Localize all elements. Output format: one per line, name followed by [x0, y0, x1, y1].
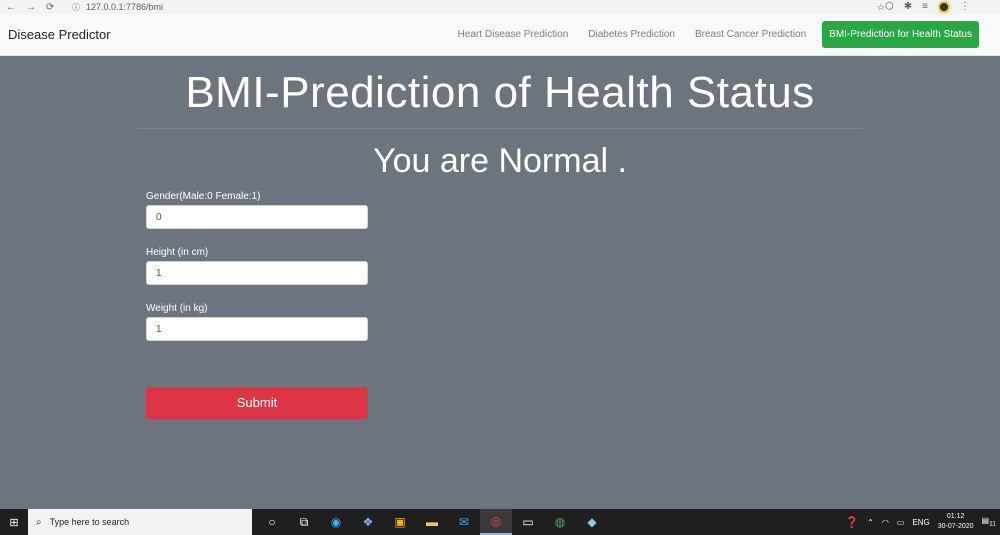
search-placeholder: Type here to search [49, 517, 130, 527]
store-icon[interactable]: ▣ [384, 509, 416, 535]
search-icon: ⌕ [36, 516, 42, 528]
taskbar-apps: ○ ⧉ ◉ ❖ ▣ ▬ ✉ ◎ ▭ ◍ ◆ [256, 509, 608, 535]
taskbar-search[interactable]: ⌕ Type here to search [28, 509, 252, 535]
address-bar[interactable]: ⓘ 127.0.0.1:7786/bmi ☆ [70, 1, 885, 13]
dropbox-icon[interactable]: ❖ [352, 509, 384, 535]
help-icon[interactable]: ❓ [845, 516, 859, 529]
nav-link-heart-disease[interactable]: Heart Disease Prediction [448, 29, 579, 40]
file-explorer-icon[interactable]: ▬ [416, 509, 448, 535]
profile-avatar[interactable] [937, 1, 950, 13]
language-indicator[interactable]: ENG [912, 518, 929, 527]
url-text: 127.0.0.1:7786/bmi [86, 2, 164, 12]
clock-time: 01:12 [946, 513, 965, 520]
puzzle-icon[interactable]: ✱ [904, 1, 912, 13]
extensions: ⬡ ✱ ≡ ⋮ [885, 1, 970, 13]
forward-icon[interactable]: → [26, 2, 36, 13]
height-label: Height (in cm) [146, 247, 209, 258]
clock-date: 30-07-2020 [937, 523, 974, 530]
weight-input[interactable]: 1 [146, 317, 368, 341]
system-tray: ❓ ⌃ ◠ ▭ ENG 01:12 30-07-2020 ▤11 [845, 512, 1000, 532]
task-view-icon[interactable]: ⧉ [288, 509, 320, 535]
terminal-icon[interactable]: ▭ [512, 509, 544, 535]
clock[interactable]: 01:12 30-07-2020 [938, 512, 974, 532]
back-icon[interactable]: ← [6, 2, 16, 13]
media-icon[interactable]: ≡ [922, 1, 928, 13]
nav-links: Heart Disease Prediction Diabetes Predic… [448, 21, 979, 48]
browser-nav: ← → ⟳ [0, 2, 70, 13]
cortana-icon[interactable]: ○ [256, 509, 288, 535]
nav-link-bmi[interactable]: BMI-Prediction for Health Status [822, 21, 979, 48]
chevron-up-icon[interactable]: ⌃ [867, 518, 874, 527]
reload-icon[interactable]: ⟳ [46, 2, 54, 13]
wifi-icon[interactable]: ◠ [882, 518, 889, 527]
submit-button[interactable]: Submit [146, 387, 368, 419]
bmi-form: Gender(Male:0 Female:1) 0 Height (in cm)… [146, 191, 368, 359]
prediction-result: You are Normal . [373, 142, 627, 180]
mail-icon[interactable]: ✉ [448, 509, 480, 535]
page-title: BMI-Prediction of Health Status [185, 68, 815, 117]
app-green-icon[interactable]: ◍ [544, 509, 576, 535]
divider [137, 128, 862, 129]
navbar: Disease Predictor Heart Disease Predicti… [0, 14, 1000, 56]
battery-icon[interactable]: ▭ [897, 518, 905, 527]
bookmark-star-icon[interactable]: ☆ [877, 2, 885, 13]
brand[interactable]: Disease Predictor [0, 27, 111, 42]
notification-count: 11 [989, 520, 996, 528]
height-input[interactable]: 1 [146, 261, 368, 285]
menu-icon[interactable]: ⋮ [960, 1, 970, 13]
windows-start-icon[interactable]: ⊞ [0, 509, 28, 535]
edge-icon[interactable]: ◉ [320, 509, 352, 535]
app-blue-icon[interactable]: ◆ [576, 509, 608, 535]
weight-label: Weight (in kg) [146, 303, 208, 314]
browser-toolbar: ← → ⟳ ⓘ 127.0.0.1:7786/bmi ☆ ⬡ ✱ ≡ ⋮ [0, 0, 1000, 14]
nav-link-diabetes[interactable]: Diabetes Prediction [578, 29, 685, 40]
chrome-icon[interactable]: ◎ [480, 509, 512, 535]
extension-icon[interactable]: ⬡ [885, 1, 894, 13]
taskbar: ⊞ ⌕ Type here to search ○ ⧉ ◉ ❖ ▣ ▬ ✉ ◎ … [0, 509, 1000, 535]
gender-input[interactable]: 0 [146, 205, 368, 229]
main-content: BMI-Prediction of Health Status You are … [0, 56, 1000, 509]
nav-link-breast-cancer[interactable]: Breast Cancer Prediction [685, 29, 816, 40]
info-icon[interactable]: ⓘ [72, 2, 80, 13]
notification-icon[interactable]: ▤11 [982, 516, 996, 528]
gender-label: Gender(Male:0 Female:1) [146, 191, 261, 202]
